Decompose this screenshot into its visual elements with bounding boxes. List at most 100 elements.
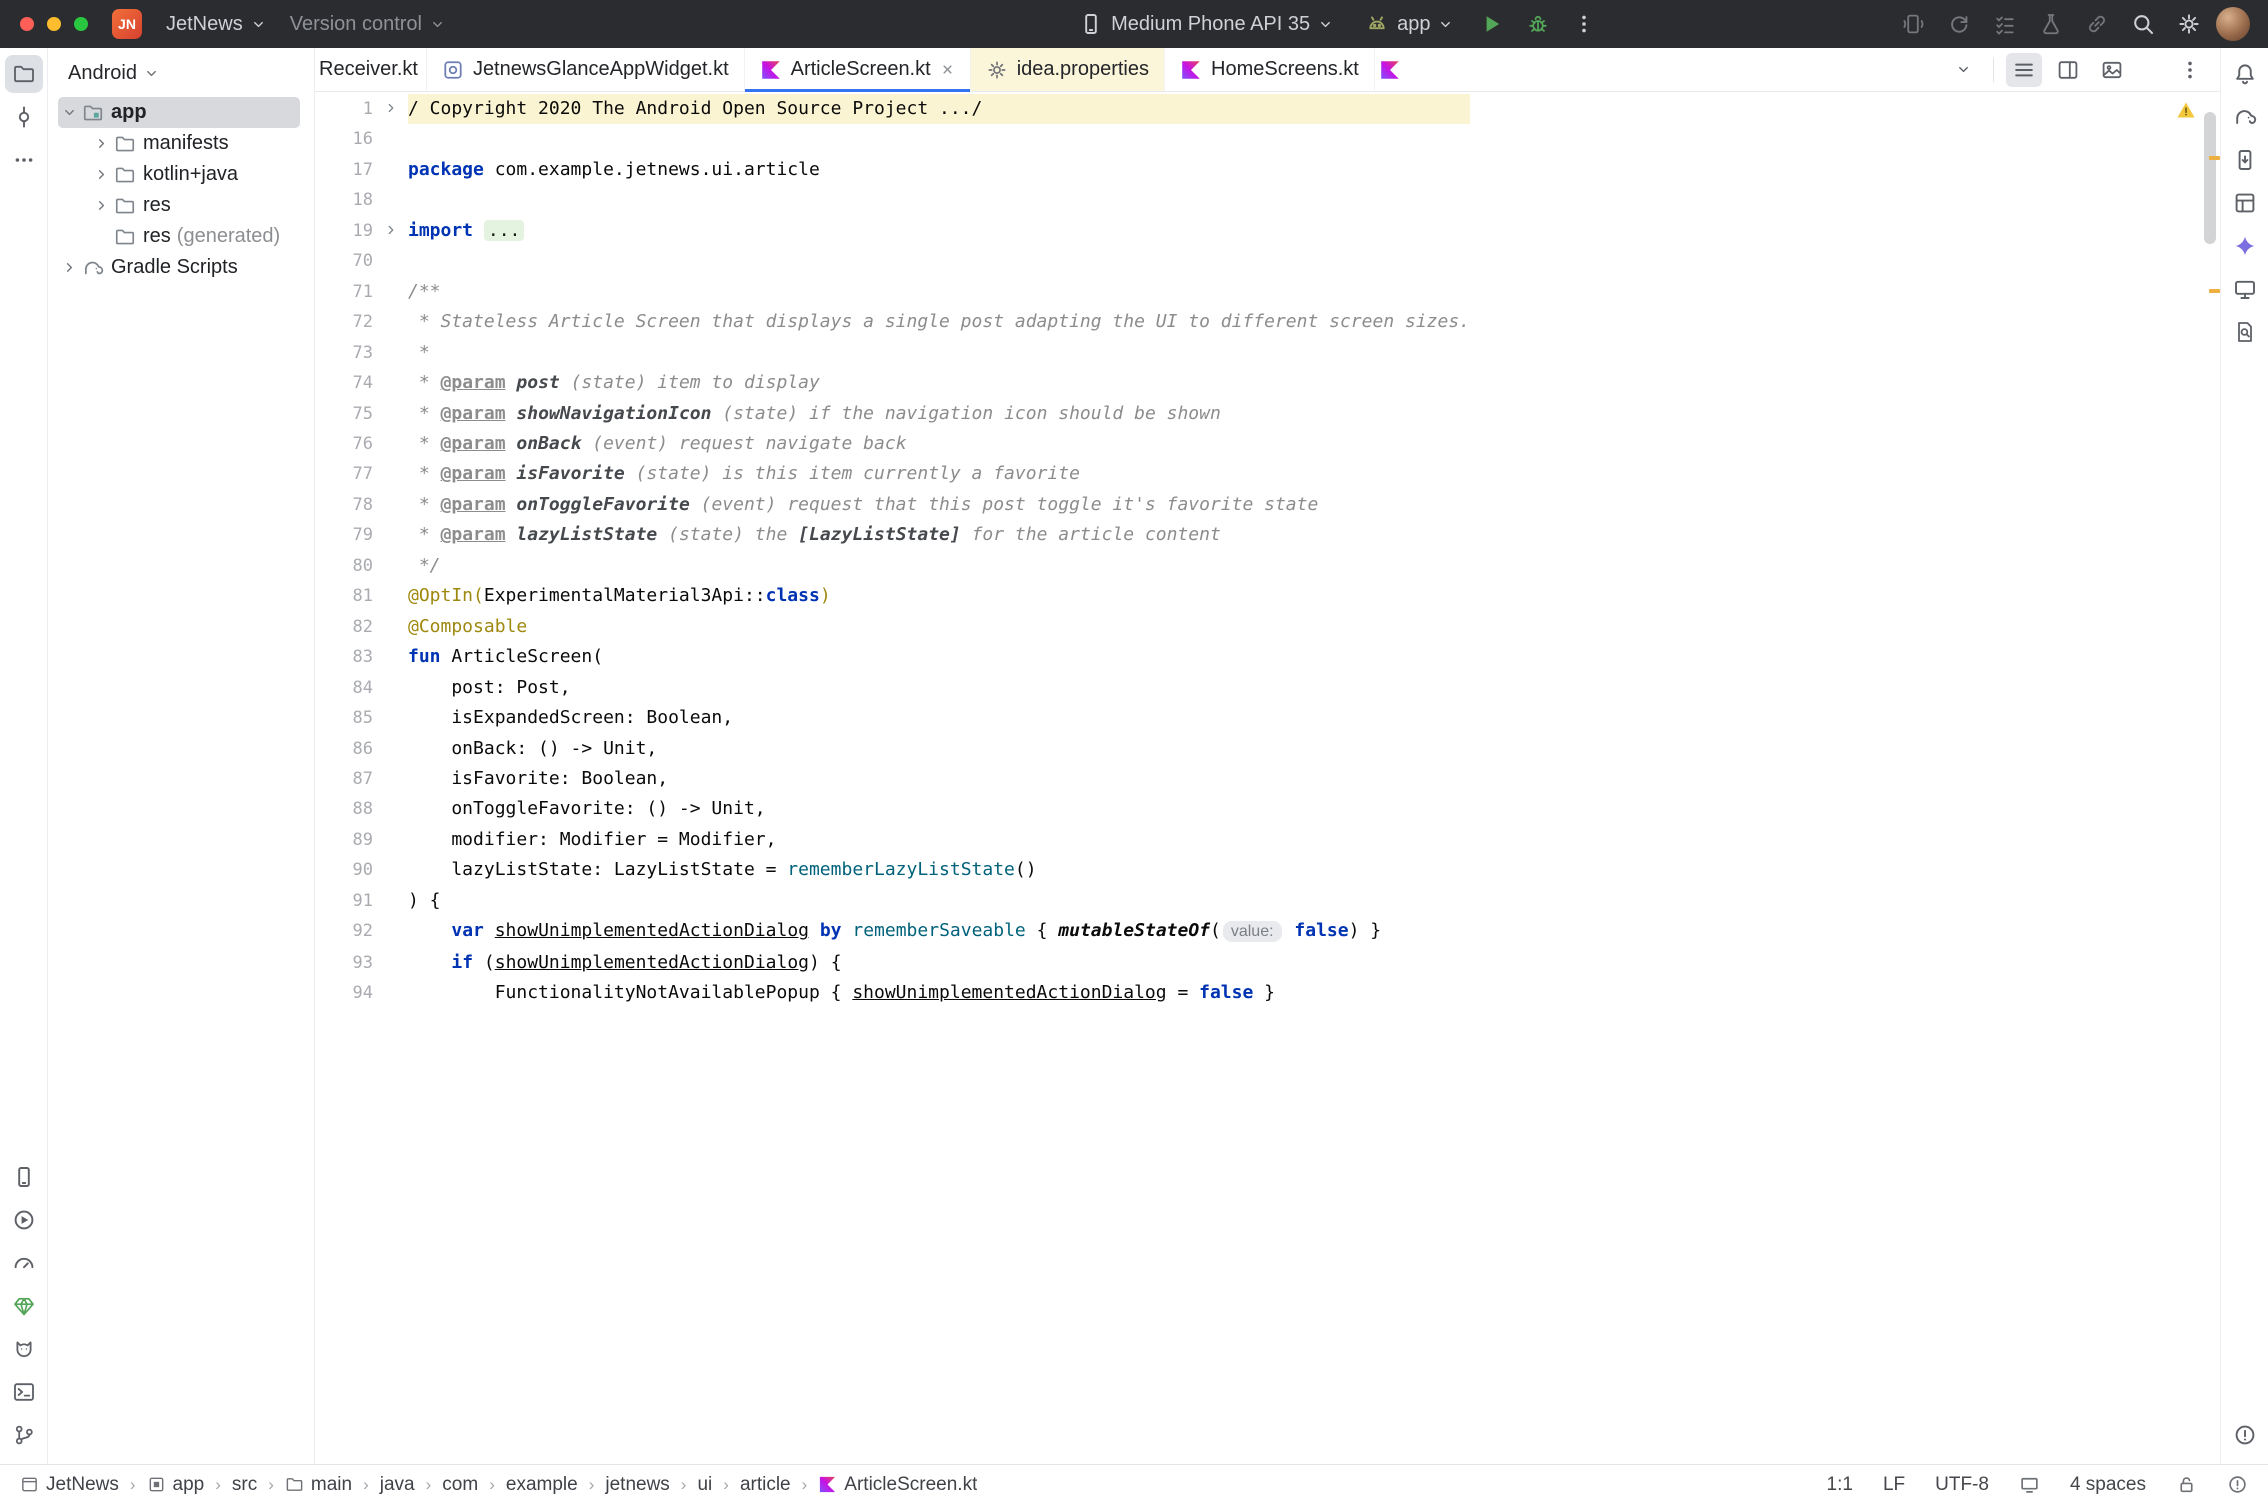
user-avatar[interactable] [2216,7,2250,41]
code-text[interactable]: * @param lazyListState (state) the [Lazy… [408,520,1470,550]
run-button[interactable] [5,1201,43,1239]
zoom-window-button[interactable] [74,17,88,31]
chevron-right-icon[interactable] [90,167,112,182]
file-encoding-widget[interactable]: UTF-8 [1935,1474,1989,1496]
chevron-right-icon[interactable] [90,198,112,213]
code-text[interactable]: isFavorite: Boolean, [408,764,1470,794]
code-text[interactable]: post: Post, [408,673,1470,703]
code-line-92[interactable]: 92 var showUnimplementedActionDialog by … [315,916,1470,947]
code-text[interactable]: if (showUnimplementedActionDialog) { [408,948,1470,978]
commit-button[interactable] [5,98,43,136]
code-line-18[interactable]: 18 [315,185,1470,215]
code-text[interactable]: * @param onToggleFavorite (event) reques… [408,490,1470,520]
code-line-87[interactable]: 87 isFavorite: Boolean, [315,764,1470,794]
checklist-button[interactable] [1986,6,2024,42]
code-line-19[interactable]: 19 import ... [315,216,1470,246]
line-number[interactable]: 84 [315,673,373,703]
project-view-selector[interactable]: Android [48,58,314,97]
tab-jetnewsglanceappwidget-kt[interactable]: JetnewsGlanceAppWidget.kt [427,48,745,91]
line-number[interactable]: 88 [315,794,373,824]
breadcrumb-item-example[interactable]: example [506,1474,578,1496]
indent-widget-widget[interactable]: 4 spaces [2070,1474,2146,1496]
code-line-72[interactable]: 72 * Stateless Article Screen that displ… [315,307,1470,337]
code-text[interactable]: * @param showNavigationIcon (state) if t… [408,399,1470,429]
settings-button[interactable] [2170,6,2208,42]
breadcrumb-item-article[interactable]: article [740,1474,791,1496]
tree-item-res[interactable]: res(generated) [58,221,300,252]
code-line-74[interactable]: 74 * @param post (state) item to display [315,368,1470,398]
code-line-83[interactable]: 83fun ArticleScreen( [315,642,1470,672]
code-text[interactable]: fun ArticleScreen( [408,642,1470,672]
code-line-80[interactable]: 80 */ [315,551,1470,581]
line-number[interactable]: 1 [315,94,373,124]
code-text[interactable]: FunctionalityNotAvailablePopup { showUni… [408,978,1470,1008]
chevron-down-icon[interactable] [58,105,80,120]
line-number[interactable]: 94 [315,978,373,1008]
close-tab-icon[interactable] [940,62,955,77]
code-line-1[interactable]: 1 / Copyright 2020 The Android Open Sourc… [315,94,1470,124]
code-text[interactable]: @Composable [408,612,1470,642]
running-devices-button[interactable] [2226,270,2264,308]
restart-button[interactable] [1940,6,1978,42]
line-number[interactable]: 82 [315,612,373,642]
breadcrumb-item-jetnews[interactable]: jetnews [605,1474,669,1496]
code-text[interactable] [408,185,1470,215]
breadcrumb-item-articlescreen-kt[interactable]: ArticleScreen.kt [818,1474,977,1496]
code-text[interactable]: @OptIn(ExperimentalMaterial3Api::class) [408,581,1470,611]
code-text[interactable]: * [408,338,1470,368]
code-text[interactable]: isExpandedScreen: Boolean, [408,703,1470,733]
line-number[interactable]: 72 [315,307,373,337]
editor-scrollbar[interactable] [2204,112,2216,244]
code-line-82[interactable]: 82 @Composable [315,612,1470,642]
app-inspection-button[interactable] [5,1287,43,1325]
inspections-warning-icon[interactable] [2176,100,2196,124]
find-usages-button[interactable] [2226,313,2264,351]
breadcrumb-item-jetnews[interactable]: JetNews [20,1474,119,1496]
code-text[interactable]: ) { [408,886,1470,916]
breadcrumb-item-app[interactable]: app [147,1474,205,1496]
code-editor[interactable]: 1 / Copyright 2020 The Android Open Sourc… [315,92,2220,1464]
run-config-button[interactable]: app [1353,6,1465,42]
kebab-button[interactable] [2172,53,2208,87]
code-text[interactable]: import ... [408,216,1470,246]
code-line-93[interactable]: 93 if (showUnimplementedActionDialog) { [315,948,1470,978]
breadcrumb-item-ui[interactable]: ui [697,1474,712,1496]
code-text[interactable]: lazyListState: LazyListState = rememberL… [408,855,1470,885]
notifications-button[interactable] [2226,55,2264,93]
layout-inspector-button[interactable] [2226,184,2264,222]
line-number[interactable]: 75 [315,399,373,429]
tab-receiver-kt[interactable]: Receiver.kt [315,48,427,91]
code-line-75[interactable]: 75 * @param showNavigationIcon (state) i… [315,399,1470,429]
code-text[interactable]: onBack: () -> Unit, [408,734,1470,764]
line-separator-widget[interactable]: LF [1883,1474,1905,1496]
flask-button[interactable] [2032,6,2070,42]
screen-widget-widget[interactable] [2019,1474,2040,1495]
device-selector-button[interactable]: Medium Phone API 35 [1067,6,1345,42]
breadcrumb-item-main[interactable]: main [285,1474,352,1496]
more-run-actions-button[interactable] [1565,6,1603,42]
code-text[interactable]: / Copyright 2020 The Android Open Source… [408,94,1470,124]
code-text[interactable]: onToggleFavorite: () -> Unit, [408,794,1470,824]
tree-item-res[interactable]: res [58,190,300,221]
line-number[interactable]: 76 [315,429,373,459]
version-control-button[interactable] [5,1416,43,1454]
line-number[interactable]: 87 [315,764,373,794]
line-number[interactable]: 19 [315,216,373,246]
line-number[interactable]: 78 [315,490,373,520]
code-line-70[interactable]: 70 [315,246,1470,276]
caret-position-widget[interactable]: 1:1 [1827,1474,1853,1496]
device-manager-button[interactable] [5,1158,43,1196]
profiler-button[interactable] [5,1244,43,1282]
inspections-widget-widget[interactable] [2227,1474,2248,1495]
code-line-91[interactable]: 91) { [315,886,1470,916]
list-toggle-button[interactable] [2006,53,2042,87]
more-tool-windows-button[interactable] [5,141,43,179]
breadcrumb-item-src[interactable]: src [232,1474,257,1496]
line-number[interactable]: 93 [315,948,373,978]
search-everywhere-button[interactable] [2124,6,2162,42]
fold-marker-icon[interactable] [373,216,408,246]
code-line-76[interactable]: 76 * @param onBack (event) request navig… [315,429,1470,459]
code-text[interactable] [408,124,1470,154]
project-menu-button[interactable]: JetNews [154,6,278,42]
code-text[interactable]: * @param isFavorite (state) is this item… [408,459,1470,489]
